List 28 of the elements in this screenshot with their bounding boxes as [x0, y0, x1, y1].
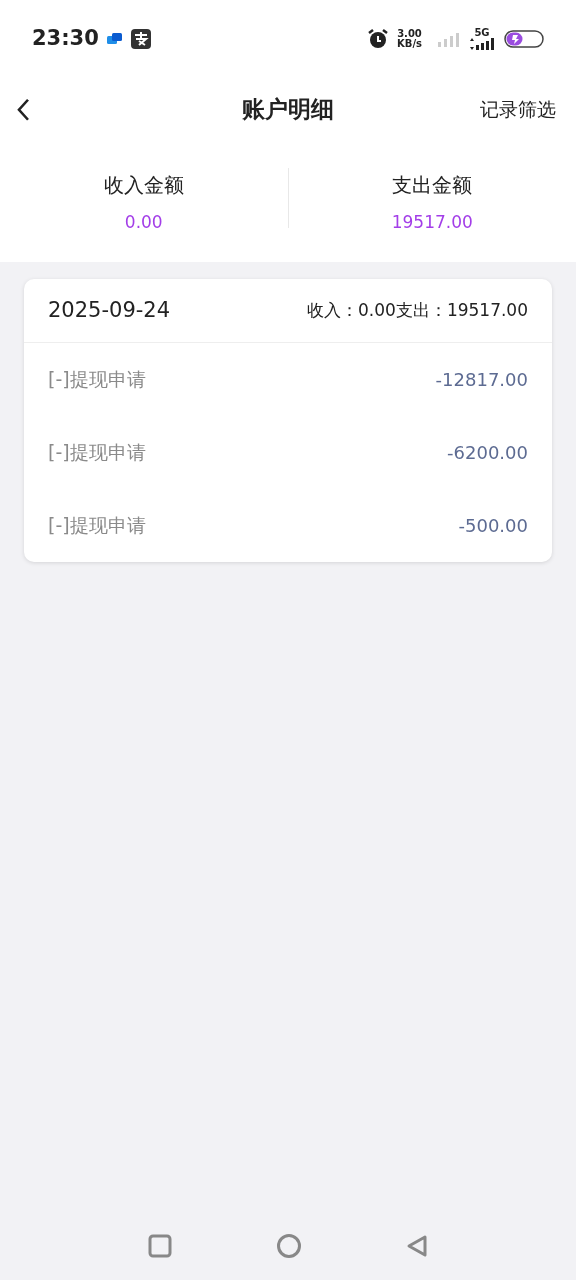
record-date: 2025-09-24 [48, 296, 171, 324]
signal-icon [438, 31, 460, 47]
summary-amount: 19517.00 [391, 211, 473, 234]
filter-button[interactable]: 记录筛选 [480, 94, 556, 124]
battery-icon [504, 30, 544, 48]
record-amount: -12817.00 [435, 368, 528, 392]
recent-apps-button[interactable] [148, 1234, 172, 1258]
back-nav-button[interactable] [406, 1234, 428, 1258]
summary-label: 支出金额 [392, 172, 473, 199]
network-type: 5G [473, 28, 491, 38]
record-amount: -500.00 [458, 514, 528, 538]
record-title: [-]提现申请 [48, 440, 146, 466]
summary-label: 收入金额 [103, 172, 184, 199]
app-notification-icon [130, 29, 151, 49]
signal-icon [468, 38, 496, 50]
app-notification-icon [106, 33, 123, 45]
alarm-icon [367, 28, 389, 50]
page-title: 账户明细 [242, 94, 334, 124]
back-button[interactable] [16, 96, 30, 122]
record-amount: -6200.00 [447, 441, 528, 465]
status-time: 23:30 [32, 25, 99, 53]
record-title: [-]提现申请 [48, 367, 146, 393]
summary-amount: 0.00 [124, 211, 163, 234]
home-button[interactable] [276, 1233, 302, 1259]
record-title: [-]提现申请 [48, 513, 146, 539]
network-speed: 3.00 [397, 29, 422, 39]
speed-unit: KB/s [397, 39, 422, 49]
daily-totals: 收入：0.00支出：19517.00 [307, 298, 528, 322]
